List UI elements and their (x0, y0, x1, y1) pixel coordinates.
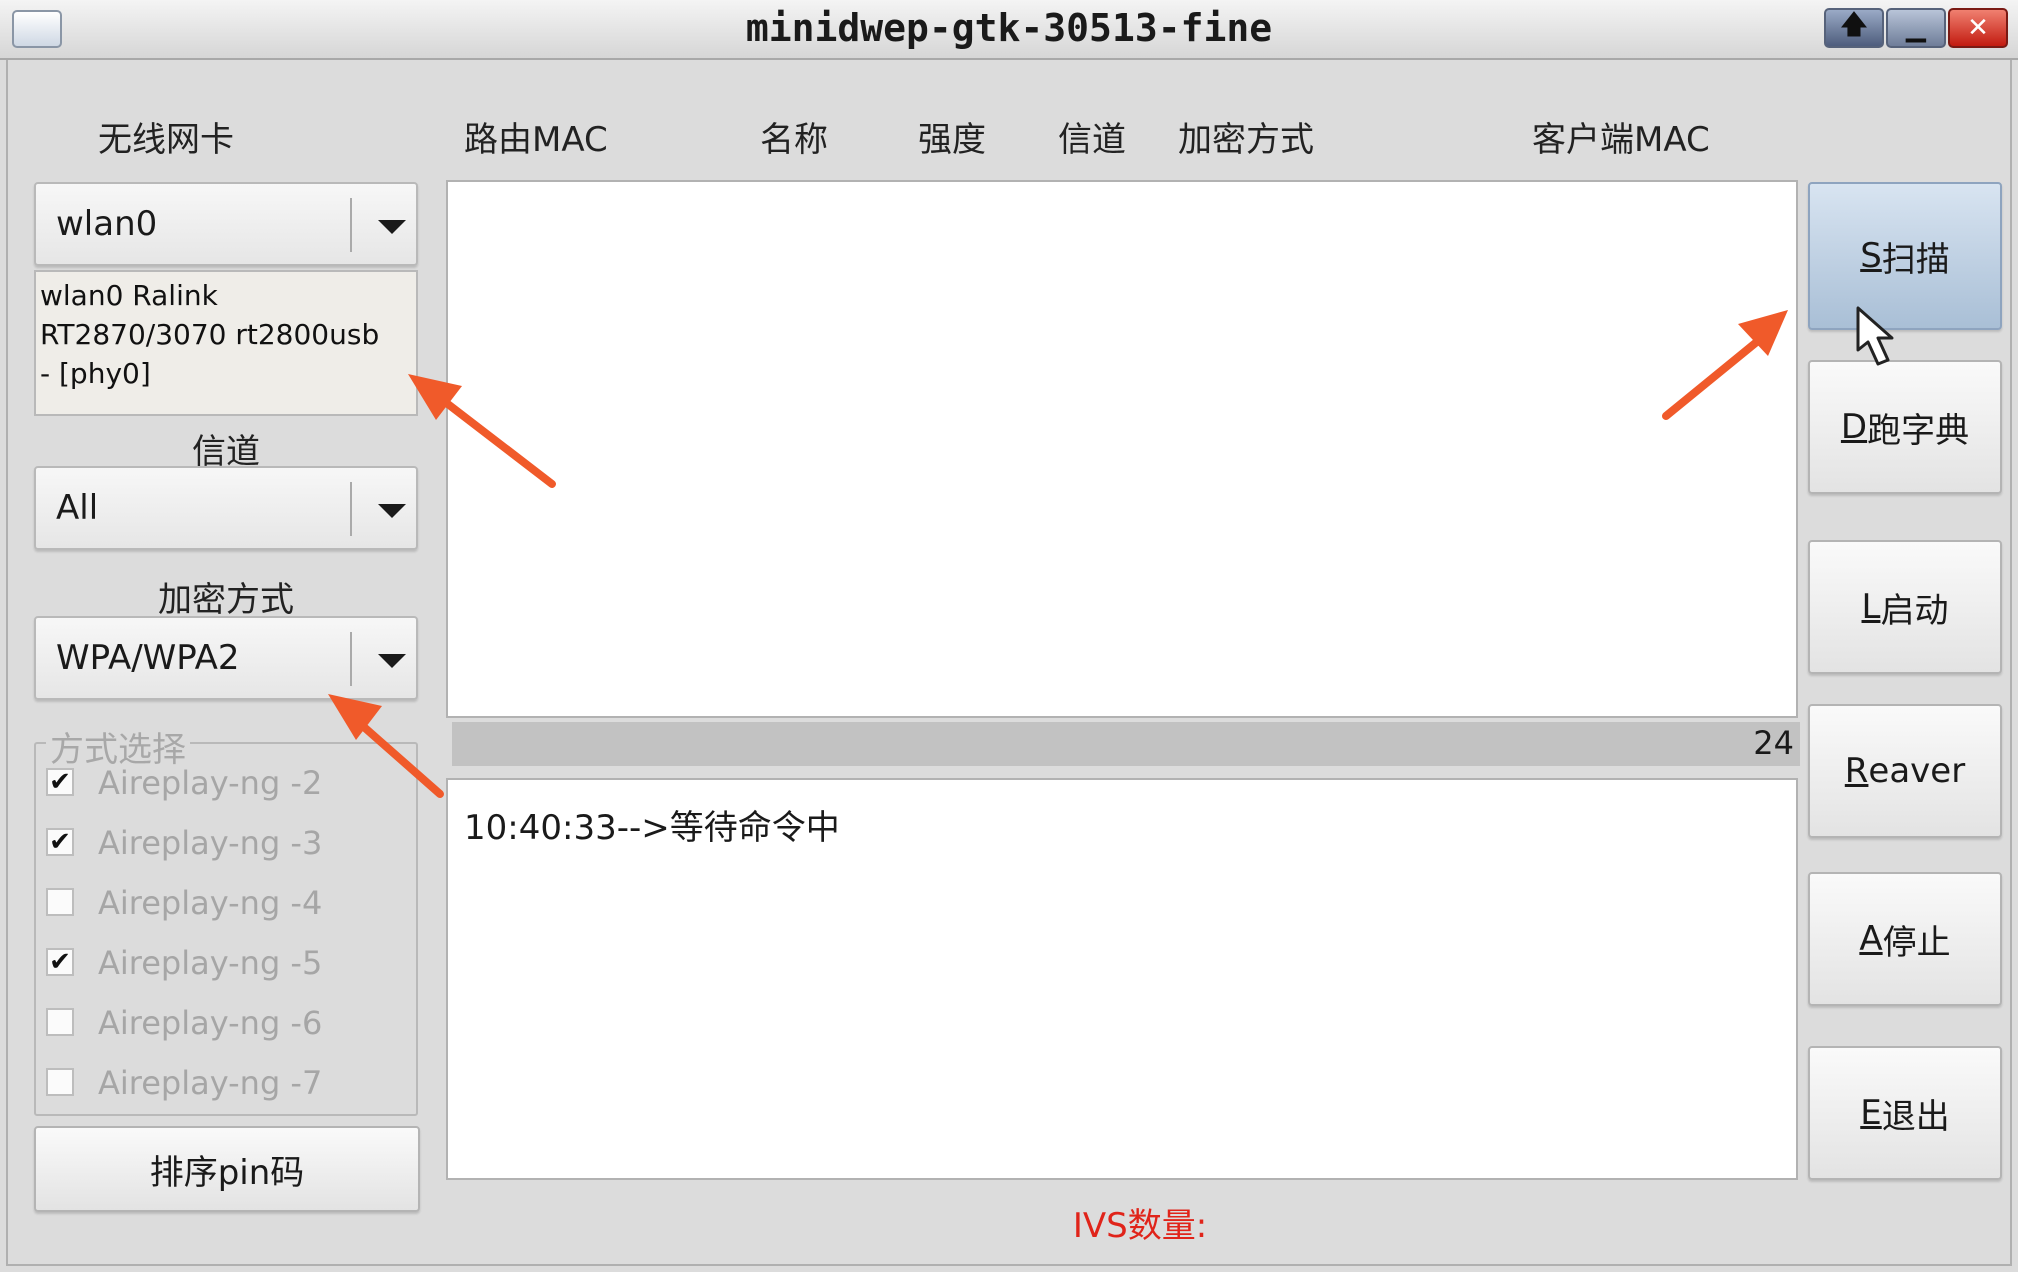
log-line: 10:40:33-->等待命令中 (464, 808, 840, 848)
reaver-button[interactable]: Reaver (1808, 704, 2002, 838)
option-label: Aireplay-ng -5 (98, 944, 323, 982)
aireplay-option-7[interactable]: Aireplay-ng -7 (46, 1062, 406, 1106)
dictionary-button[interactable]: D 跑字典 (1808, 360, 2002, 494)
log-panel[interactable]: 10:40:33-->等待命令中 (446, 778, 1798, 1180)
combo-separator (350, 198, 352, 252)
option-label: Aireplay-ng -2 (98, 764, 323, 802)
combo-separator (350, 632, 352, 686)
scan-accel: S (1860, 236, 1882, 276)
exit-accel: E (1860, 1093, 1882, 1133)
encryption-label: 加密方式 (158, 580, 294, 620)
minimize-button[interactable]: ▁ (1886, 8, 1946, 48)
checkbox[interactable] (46, 888, 74, 916)
combo-separator (350, 482, 352, 536)
channel-value: All (56, 488, 99, 528)
maximize-button[interactable]: 🡅 (1824, 8, 1884, 48)
exit-label: 退出 (1881, 1096, 1950, 1137)
column-name[interactable]: 名称 (760, 112, 828, 161)
column-router-mac[interactable]: 路由MAC (464, 112, 608, 161)
aireplay-option-5[interactable]: ✔ Aireplay-ng -5 (46, 942, 406, 986)
dict-accel: D (1840, 407, 1868, 447)
ivs-count-label: IVS数量: (1072, 1206, 1208, 1246)
chevron-down-icon (378, 654, 406, 668)
launch-label: 启动 (1880, 590, 1949, 631)
checkbox[interactable] (46, 1068, 74, 1096)
wireless-card-label: 无线网卡 (98, 120, 234, 160)
title-bar: minidwep-gtk-30513-fine 🡅 ▁ ✕ (0, 0, 2018, 60)
launch-accel: L (1861, 587, 1881, 627)
option-label: Aireplay-ng -4 (98, 884, 323, 922)
stop-button[interactable]: A 停止 (1808, 872, 2002, 1006)
aireplay-option-6[interactable]: Aireplay-ng -6 (46, 1002, 406, 1046)
main-content: 无线网卡 路由MAC 名称 强度 信道 加密方式 客户端MAC wlan0 wl… (6, 60, 2012, 1266)
chevron-down-icon (378, 504, 406, 518)
interface-value: wlan0 (56, 204, 158, 244)
column-strength[interactable]: 强度 (918, 112, 986, 161)
stop-label: 停止 (1882, 922, 1951, 963)
sort-pin-button[interactable]: 排序pin码 (34, 1126, 420, 1212)
option-label: Aireplay-ng -7 (98, 1064, 323, 1102)
dict-label: 跑字典 (1867, 410, 1970, 451)
encryption-select[interactable]: WPA/WPA2 (34, 616, 418, 700)
checkbox[interactable]: ✔ (46, 948, 74, 976)
exit-button[interactable]: E 退出 (1808, 1046, 2002, 1180)
checkbox[interactable] (46, 1008, 74, 1036)
chevron-down-icon (378, 220, 406, 234)
column-client-mac[interactable]: 客户端MAC (1532, 112, 1710, 161)
encryption-value: WPA/WPA2 (56, 638, 240, 678)
reaver-label: eaver (1868, 751, 1966, 791)
stop-accel: A (1859, 919, 1883, 959)
aireplay-option-2[interactable]: ✔ Aireplay-ng -2 (46, 762, 406, 806)
interface-select[interactable]: wlan0 (34, 182, 418, 266)
column-channel[interactable]: 信道 (1058, 112, 1126, 161)
option-label: Aireplay-ng -3 (98, 824, 323, 862)
mode-select-group: 方式选择 ✔ Aireplay-ng -2 ✔ Aireplay-ng -3 A… (34, 722, 418, 1116)
option-label: Aireplay-ng -6 (98, 1004, 323, 1042)
interface-info-line: - [phy0] (40, 357, 151, 390)
aireplay-option-3[interactable]: ✔ Aireplay-ng -3 (46, 822, 406, 866)
network-list[interactable] (446, 180, 1798, 718)
progress-value: 24 (1753, 724, 1794, 762)
column-encryption[interactable]: 加密方式 (1178, 112, 1314, 161)
interface-info: wlan0 Ralink RT2870/3070 rt2800usb - [ph… (34, 270, 418, 416)
channel-select[interactable]: All (34, 466, 418, 550)
checkbox[interactable]: ✔ (46, 828, 74, 856)
aireplay-option-4[interactable]: Aireplay-ng -4 (46, 882, 406, 926)
minidwep-window: minidwep-gtk-30513-fine 🡅 ▁ ✕ 无线网卡 路由MAC… (0, 0, 2018, 1272)
launch-button[interactable]: L 启动 (1808, 540, 2002, 674)
window-title: minidwep-gtk-30513-fine (745, 6, 1273, 50)
scan-label: 扫描 (1881, 239, 1950, 280)
reaver-accel: R (1844, 751, 1869, 791)
interface-info-line: RT2870/3070 rt2800usb (40, 318, 380, 351)
interface-info-line: wlan0 Ralink (40, 279, 218, 312)
close-button[interactable]: ✕ (1948, 8, 2008, 48)
scan-button[interactable]: S 扫描 (1808, 182, 2002, 330)
checkbox[interactable]: ✔ (46, 768, 74, 796)
progress-bar: 24 (452, 722, 1800, 766)
